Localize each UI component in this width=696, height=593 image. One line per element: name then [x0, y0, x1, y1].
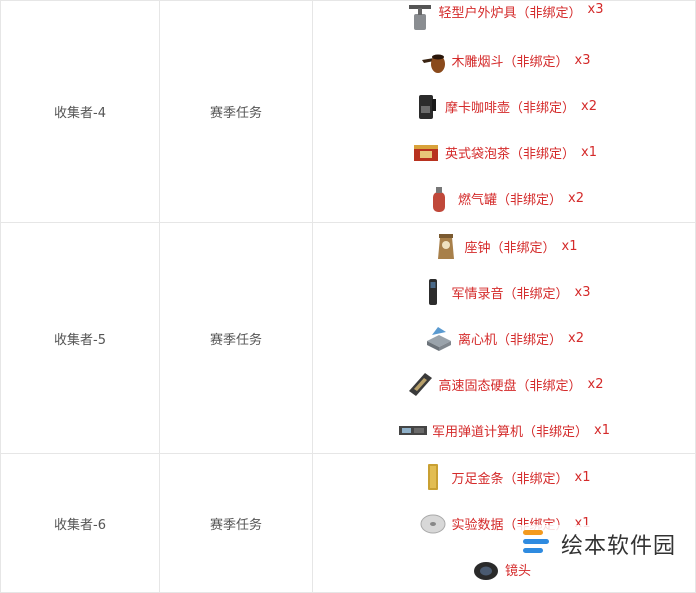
item-qty: x2	[587, 376, 604, 392]
item-label: 座钟（非绑定）	[464, 240, 556, 256]
item-qty: x1	[581, 145, 597, 160]
centrifuge-icon	[424, 323, 454, 353]
item-qty: x2	[568, 330, 584, 346]
item-list: 万足金条（非绑定） x1 实验数据（非绑定） x1 镜头	[313, 454, 695, 592]
logo-icon	[521, 527, 555, 561]
pipe-icon	[418, 46, 448, 76]
list-item: 英式袋泡茶（非绑定） x1	[411, 130, 597, 176]
item-qty: x1	[594, 422, 610, 438]
item-label: 燃气罐（非绑定）	[458, 193, 563, 208]
item-qty: x1	[561, 238, 578, 254]
item-qty: x3	[574, 53, 591, 68]
item-label: 木雕烟斗（非绑定）	[451, 55, 569, 70]
task-name: 收集者-5	[54, 332, 106, 348]
reward-cell: 万足金条（非绑定） x1 实验数据（非绑定） x1 镜头	[312, 453, 696, 593]
mantel-clock-icon	[431, 231, 461, 261]
list-item: 离心机（非绑定） x2	[424, 315, 584, 361]
camping-stove-icon	[405, 2, 435, 32]
task-type: 赛季任务	[209, 106, 262, 121]
list-item: 轻型户外炉具（非绑定） x3	[405, 1, 604, 38]
item-qty: x3	[587, 1, 604, 17]
item-label: 轻型户外炉具（非绑定）	[438, 5, 582, 21]
item-qty: x2	[581, 99, 597, 114]
voice-recorder-icon	[418, 277, 448, 307]
task-type: 赛季任务	[209, 517, 262, 533]
data-disc-icon	[418, 508, 448, 538]
item-label: 万足金条（非绑定）	[451, 471, 569, 487]
task-type-cell: 赛季任务	[159, 453, 313, 593]
list-item: 军情录音（非绑定） x3	[418, 269, 591, 315]
task-type: 赛季任务	[209, 332, 262, 348]
list-item: 燃气罐（非绑定） x2	[424, 176, 584, 222]
gold-bar-icon	[418, 462, 448, 492]
item-qty: x3	[574, 284, 591, 300]
task-table: 收集者-4 赛季任务 轻型户外炉具（非绑定） x3 木雕烟斗（非绑定） x3 摩…	[0, 0, 696, 593]
table-row: 收集者-5 赛季任务 座钟（非绑定） x1 军情录音（非绑定） x3 离心机（非…	[0, 222, 696, 454]
task-name-cell: 收集者-6	[0, 453, 160, 593]
item-qty: x1	[574, 469, 591, 485]
ssd-icon	[405, 369, 435, 399]
task-type-cell: 赛季任务	[159, 222, 313, 454]
list-item: 高速固态硬盘（非绑定） x2	[405, 361, 604, 407]
list-item: 木雕烟斗（非绑定） x3	[418, 38, 591, 84]
item-label: 军情录音（非绑定）	[451, 286, 569, 302]
item-qty: x2	[568, 191, 584, 206]
list-item: 摩卡咖啡壶（非绑定） x2	[411, 84, 597, 130]
item-list: 轻型户外炉具（非绑定） x3 木雕烟斗（非绑定） x3 摩卡咖啡壶（非绑定） x2	[313, 2, 695, 222]
task-name: 收集者-6	[54, 517, 106, 533]
tea-box-icon	[411, 138, 441, 168]
item-label: 军用弹道计算机（非绑定）	[432, 424, 589, 440]
task-name-cell: 收集者-4	[0, 0, 160, 223]
task-type-cell: 赛季任务	[159, 0, 313, 223]
watermark: 绘本软件园	[514, 525, 682, 563]
item-label: 英式袋泡茶（非绑定）	[445, 147, 576, 162]
list-item: 军用弹道计算机（非绑定） x1	[398, 407, 610, 453]
watermark-text: 绘本软件园	[560, 534, 676, 559]
lens-icon	[471, 554, 501, 584]
gas-canister-icon	[424, 184, 454, 214]
task-name: 收集者-4	[54, 106, 106, 121]
item-label: 摩卡咖啡壶（非绑定）	[445, 101, 576, 116]
table-row: 收集者-6 赛季任务 万足金条（非绑定） x1 实验数据（非绑定） x1 镜头	[0, 453, 696, 593]
coffee-pot-icon	[411, 92, 441, 122]
table-row: 收集者-4 赛季任务 轻型户外炉具（非绑定） x3 木雕烟斗（非绑定） x3 摩…	[0, 0, 696, 223]
reward-cell: 轻型户外炉具（非绑定） x3 木雕烟斗（非绑定） x3 摩卡咖啡壶（非绑定） x2	[312, 0, 696, 223]
list-item: 座钟（非绑定） x1	[431, 223, 578, 269]
ballistic-computer-icon	[398, 415, 428, 445]
item-label: 离心机（非绑定）	[458, 332, 563, 348]
list-item: 万足金条（非绑定） x1	[418, 454, 591, 500]
task-name-cell: 收集者-5	[0, 222, 160, 454]
item-label: 高速固态硬盘（非绑定）	[438, 378, 582, 394]
reward-cell: 座钟（非绑定） x1 军情录音（非绑定） x3 离心机（非绑定） x2 高速固态…	[312, 222, 696, 454]
item-list: 座钟（非绑定） x1 军情录音（非绑定） x3 离心机（非绑定） x2 高速固态…	[313, 223, 695, 453]
